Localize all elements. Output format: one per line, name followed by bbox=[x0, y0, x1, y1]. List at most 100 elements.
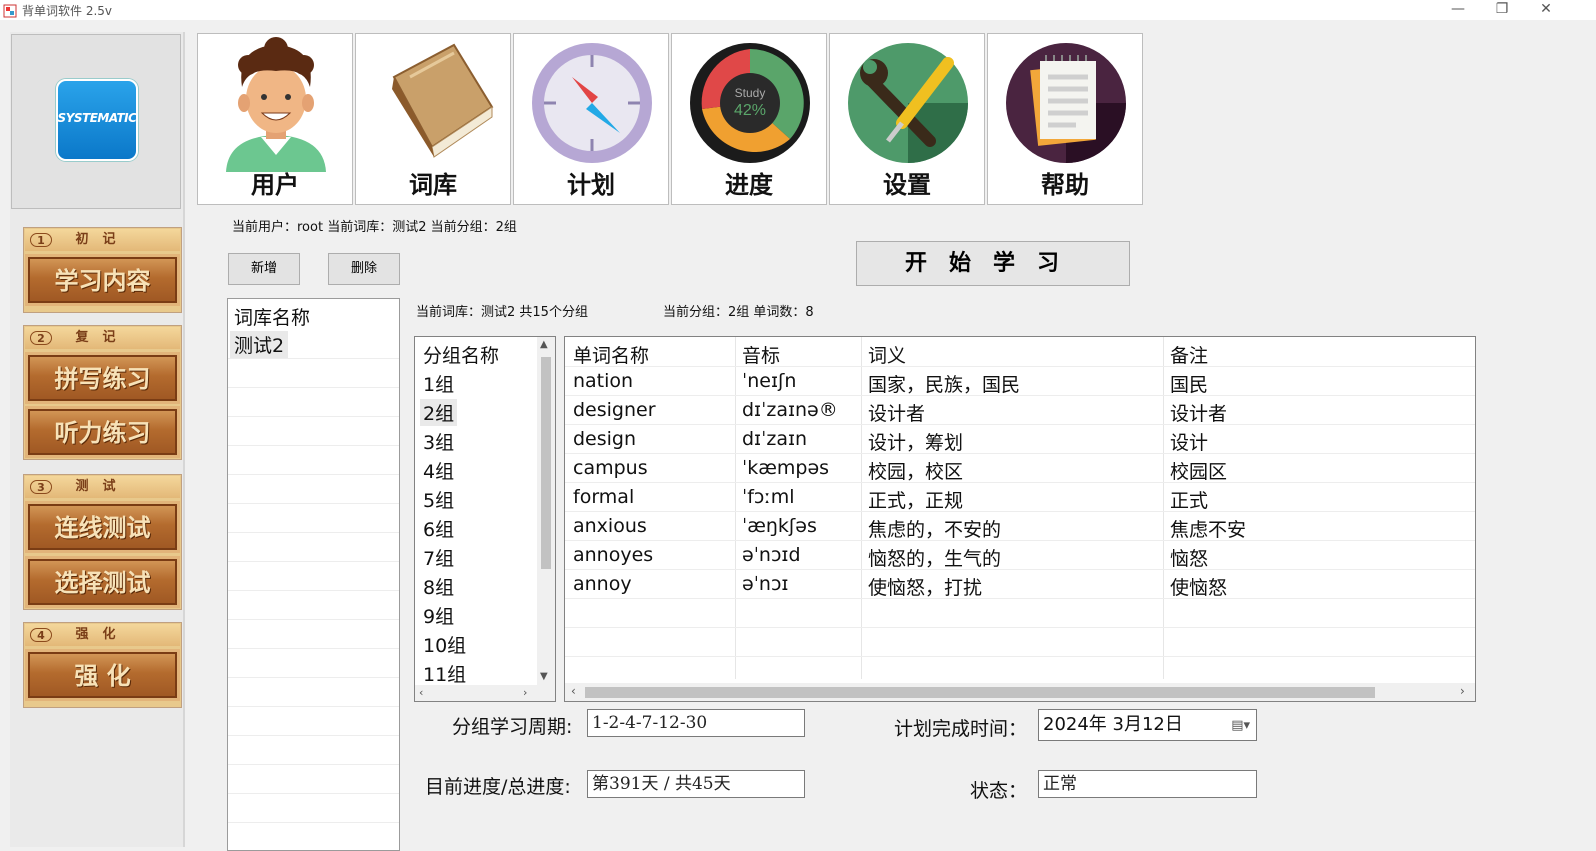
spelling-practice-button[interactable]: 拼写练习 bbox=[25, 352, 180, 404]
table-cell[interactable]: 焦虑不安 bbox=[1170, 515, 1246, 542]
group-item[interactable]: 3组 bbox=[423, 428, 454, 455]
section-number: 4 bbox=[30, 628, 52, 642]
logo-text: SYSTEMATIC bbox=[57, 111, 137, 125]
plan-date-label: 计划完成时间： bbox=[894, 718, 1028, 740]
table-cell[interactable]: 正式 bbox=[1170, 486, 1208, 513]
toolbar-user-label: 用户 bbox=[251, 171, 299, 199]
study-content-button[interactable]: 学习内容 bbox=[25, 254, 180, 306]
library-list[interactable]: 词库名称 测试2 bbox=[227, 298, 400, 851]
scrollbar-thumb[interactable] bbox=[585, 687, 1375, 698]
toolbar-library-button[interactable]: 词库 bbox=[355, 33, 511, 205]
close-button[interactable]: ✕ bbox=[1524, 0, 1568, 20]
table-cell[interactable]: 恼怒 bbox=[1170, 544, 1208, 571]
table-cell[interactable]: designer bbox=[573, 399, 656, 421]
table-cell[interactable]: formal bbox=[573, 486, 634, 508]
table-cell[interactable]: ˈfɔːml bbox=[742, 486, 795, 508]
scrollbar-thumb[interactable] bbox=[541, 357, 551, 569]
table-cell[interactable]: design bbox=[573, 428, 636, 450]
choice-test-button[interactable]: 选择测试 bbox=[25, 556, 180, 608]
current-status-text: 当前用户：root 当前词库：测试2 当前分组：2组 bbox=[232, 220, 517, 235]
group-item[interactable]: 9组 bbox=[423, 602, 454, 629]
matching-test-button[interactable]: 连线测试 bbox=[25, 501, 180, 553]
progress-input[interactable]: 第391天 / 共45天 bbox=[587, 770, 805, 798]
table-cell[interactable]: annoyes bbox=[573, 544, 653, 566]
table-cell[interactable]: ˈkæmpəs bbox=[742, 457, 829, 479]
table-cell[interactable]: 正式，正规 bbox=[868, 486, 963, 513]
group-item-selected[interactable]: 2组 bbox=[420, 399, 458, 426]
scroll-down-icon[interactable]: ▼ bbox=[540, 671, 548, 682]
add-button[interactable]: 新增 bbox=[228, 253, 300, 285]
scroll-left-icon[interactable]: ‹ bbox=[571, 684, 576, 698]
group-horizontal-scrollbar[interactable]: ‹ › bbox=[415, 685, 555, 701]
group-info-text: 当前分组：2组 单词数：8 bbox=[663, 305, 814, 320]
toolbar-plan-button[interactable]: 计划 bbox=[513, 33, 669, 205]
group-item[interactable]: 1组 bbox=[423, 370, 454, 397]
status-input[interactable]: 正常 bbox=[1038, 770, 1257, 798]
table-cell[interactable]: 恼怒的，生气的 bbox=[868, 544, 1001, 571]
compass-icon bbox=[532, 43, 652, 163]
table-cell[interactable]: 国民 bbox=[1170, 370, 1208, 397]
group-item[interactable]: 10组 bbox=[423, 631, 466, 658]
table-cell[interactable]: 设计 bbox=[1170, 428, 1208, 455]
group-item[interactable]: 5组 bbox=[423, 486, 454, 513]
restore-button[interactable]: ❐ bbox=[1480, 0, 1524, 20]
group-list[interactable]: 分组名称 1组 2组 3组 4组 5组 6组 7组 8组 9组 10组 11组 … bbox=[414, 336, 556, 702]
table-cell[interactable]: 国家，民族，国民 bbox=[868, 370, 1020, 397]
group-item[interactable]: 7组 bbox=[423, 544, 454, 571]
table-cell[interactable]: əˈnɔɪd bbox=[742, 544, 801, 566]
table-cell[interactable]: annoy bbox=[573, 573, 632, 595]
chart-percent-text: 42% bbox=[734, 102, 766, 119]
table-cell[interactable]: 校园，校区 bbox=[868, 457, 963, 484]
table-cell[interactable]: 校园区 bbox=[1170, 457, 1227, 484]
group-item[interactable]: 8组 bbox=[423, 573, 454, 600]
scroll-up-icon[interactable]: ▲ bbox=[540, 339, 548, 350]
table-cell[interactable]: əˈnɔɪ bbox=[742, 573, 788, 595]
table-cell[interactable]: 设计者 bbox=[868, 399, 925, 426]
start-study-button[interactable]: 开始学习 bbox=[856, 241, 1130, 286]
group-item[interactable]: 11组 bbox=[423, 660, 466, 687]
toolbar-help-label: 帮助 bbox=[1041, 171, 1089, 199]
toolbar-help-button[interactable]: 帮助 bbox=[987, 33, 1143, 205]
table-cell[interactable]: dɪˈzaɪn bbox=[742, 428, 807, 450]
table-cell[interactable]: 使恼怒，打扰 bbox=[868, 573, 982, 600]
library-list-item[interactable]: 测试2 bbox=[230, 331, 289, 358]
table-cell[interactable]: dɪˈzaɪnə® bbox=[742, 399, 838, 421]
table-cell[interactable]: anxious bbox=[573, 515, 647, 537]
minimize-button[interactable]: — bbox=[1436, 0, 1480, 20]
column-header-note[interactable]: 备注 bbox=[1170, 341, 1208, 368]
progress-label: 目前进度/总进度: bbox=[425, 776, 571, 798]
toolbar-progress-label: 进度 bbox=[725, 171, 773, 199]
calendar-dropdown-icon[interactable]: ▤▾ bbox=[1231, 711, 1250, 741]
table-cell[interactable]: 使恼怒 bbox=[1170, 573, 1227, 600]
table-cell[interactable]: campus bbox=[573, 457, 648, 479]
chart-study-text: Study bbox=[735, 86, 766, 100]
reinforce-button[interactable]: 强 化 bbox=[25, 649, 180, 701]
listening-practice-button[interactable]: 听力练习 bbox=[25, 406, 180, 458]
word-table[interactable]: 单词名称 音标 词义 备注 nation ˈneɪʃn 国家，民族，国民 国民 … bbox=[564, 336, 1476, 702]
toolbar-user-button[interactable]: 用户 bbox=[197, 33, 353, 205]
group-vertical-scrollbar[interactable]: ▲ ▼ bbox=[537, 337, 555, 685]
table-cell[interactable]: 焦虑的，不安的 bbox=[868, 515, 1001, 542]
group-item[interactable]: 6组 bbox=[423, 515, 454, 542]
toolbar-settings-button[interactable]: 设置 bbox=[829, 33, 985, 205]
cycle-input[interactable]: 1-2-4-7-12-30 bbox=[587, 709, 805, 737]
toolbar-progress-button[interactable]: Study 42% 进度 bbox=[671, 33, 827, 205]
table-cell[interactable]: ˈneɪʃn bbox=[742, 370, 796, 392]
cycle-label: 分组学习周期: bbox=[452, 716, 573, 738]
scroll-right-icon[interactable]: › bbox=[1460, 684, 1465, 698]
plan-date-picker[interactable]: 2024年 3月12日 ▤▾ bbox=[1038, 709, 1257, 741]
column-header-meaning[interactable]: 词义 bbox=[868, 341, 906, 368]
delete-button[interactable]: 删除 bbox=[328, 253, 400, 285]
library-list-header: 词库名称 bbox=[234, 307, 311, 329]
table-horizontal-scrollbar[interactable]: ‹ › bbox=[565, 683, 1475, 701]
table-cell[interactable]: ˈæŋkʃəs bbox=[742, 515, 817, 537]
column-header-phonetic[interactable]: 音标 bbox=[742, 341, 780, 368]
scroll-left-icon[interactable]: ‹ bbox=[419, 686, 423, 699]
table-cell[interactable]: 设计，筹划 bbox=[868, 428, 963, 455]
scroll-right-icon[interactable]: › bbox=[523, 686, 527, 699]
group-item[interactable]: 4组 bbox=[423, 457, 454, 484]
library-info-text: 当前词库：测试2 共15个分组 bbox=[416, 305, 588, 320]
column-header-word[interactable]: 单词名称 bbox=[573, 341, 649, 368]
table-cell[interactable]: nation bbox=[573, 370, 633, 392]
table-cell[interactable]: 设计者 bbox=[1170, 399, 1227, 426]
